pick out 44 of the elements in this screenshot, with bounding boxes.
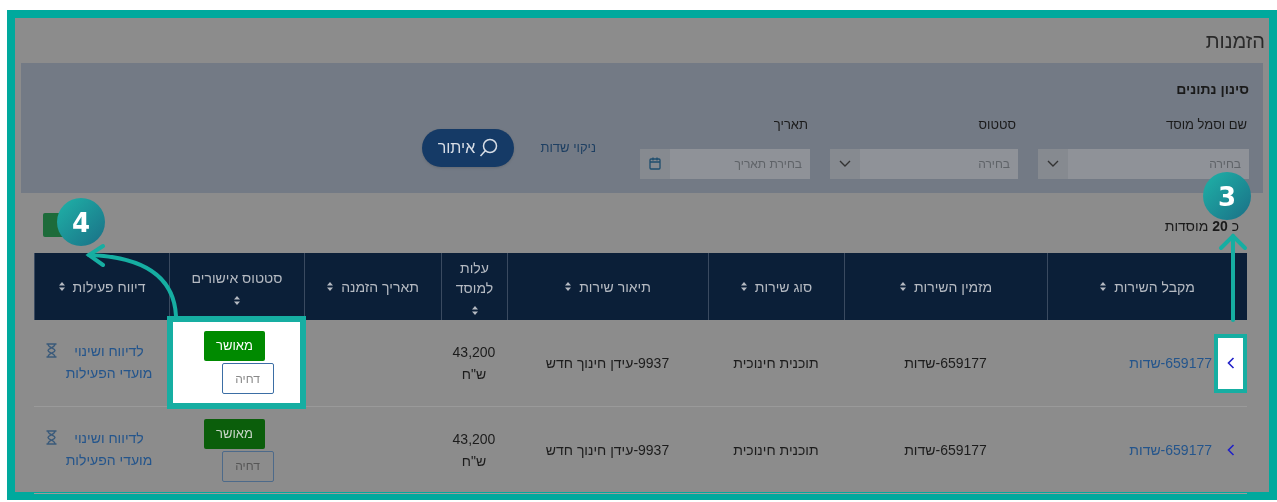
chevron-down-icon	[839, 159, 851, 168]
sort-icon	[1100, 282, 1107, 291]
approved-button[interactable]: מאושר	[204, 331, 265, 361]
filter-title: סינון נתונים	[1176, 81, 1249, 97]
expand-row-button[interactable]	[1214, 333, 1247, 393]
sort-icon	[565, 282, 572, 291]
hourglass-icon	[46, 430, 57, 445]
table-cell-text: 659177-שדות	[904, 440, 987, 460]
column-header[interactable]: מקבל השירות	[1047, 253, 1247, 320]
field-label: תאריך	[772, 116, 809, 134]
sort-icon	[58, 282, 65, 291]
sort-icon	[234, 296, 240, 305]
step-badge: 3	[1203, 172, 1251, 220]
step-badge: 4	[57, 198, 105, 246]
approved-button[interactable]: מאושר	[204, 418, 265, 449]
table-cell-text: תוכנית חינוכית	[733, 440, 819, 460]
dropdown-button[interactable]	[1038, 148, 1068, 179]
column-header[interactable]: תיאור שירות	[507, 253, 708, 320]
chevron-down-icon	[1047, 159, 1059, 168]
sort-icon	[327, 282, 334, 291]
column-header[interactable]: עלות למוסד	[441, 253, 507, 320]
dropdown-button[interactable]	[830, 148, 860, 179]
field-label: שם וסמל מוסד	[1164, 116, 1248, 134]
search-button[interactable]: איתור	[422, 128, 515, 167]
chevron-left-icon	[1226, 444, 1235, 456]
page-title: הזמנות	[1205, 28, 1265, 54]
chevron-left-icon	[1226, 357, 1235, 369]
search-icon	[479, 137, 500, 158]
column-header[interactable]: מזמין השירות	[844, 253, 1047, 320]
sort-icon	[740, 282, 747, 291]
table-cell-text: 43,200 ש"ח	[451, 430, 497, 471]
table-cell-text: 43,200 ש"ח	[451, 343, 497, 384]
column-header[interactable]: סוג שירות	[708, 253, 844, 320]
sort-icon	[471, 306, 478, 315]
table-cell-text: 9937-עידן חינוך חדש	[545, 440, 670, 460]
table-cell-text: תוכנית חינוכית	[733, 353, 819, 373]
field-label: סטטוס	[977, 116, 1017, 134]
calendar-button[interactable]	[640, 148, 670, 179]
calendar-icon	[649, 157, 661, 170]
hourglass-icon	[46, 343, 57, 358]
table-cell-text: 659177-שדות	[904, 353, 987, 373]
reject-button[interactable]: דחיה	[221, 363, 274, 394]
table-cell-text: 9937-עידן חינוך חדש	[545, 353, 670, 373]
sort-icon	[899, 282, 906, 291]
